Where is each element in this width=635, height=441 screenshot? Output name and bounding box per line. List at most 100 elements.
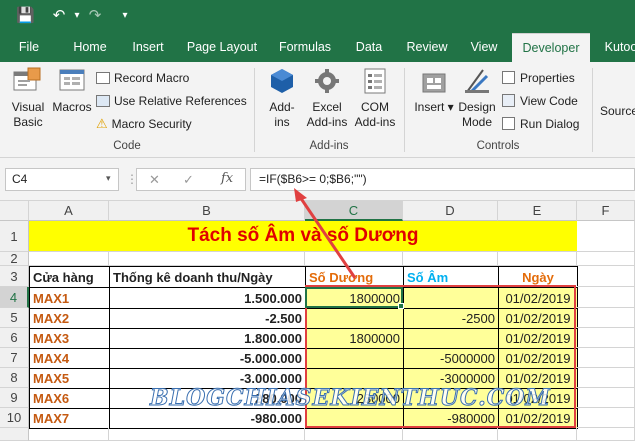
row-header-8[interactable]: 8	[0, 368, 29, 388]
customize-toolbar-icon[interactable]: ▾	[116, 7, 134, 25]
tab-file[interactable]: File	[8, 33, 50, 62]
cell-a11[interactable]	[29, 428, 109, 441]
cell-f3[interactable]	[577, 266, 635, 287]
design-mode-button[interactable]: Design Mode	[456, 66, 498, 130]
cell-positive[interactable]: 1800000	[305, 328, 404, 349]
cell-store[interactable]: MAX7	[29, 408, 110, 429]
macros-button[interactable]: Macros	[50, 66, 94, 115]
insert-control-button[interactable]: Insert ▾	[412, 66, 456, 115]
cell-date[interactable]: 01/02/2019	[498, 408, 578, 429]
cell-positive[interactable]: 1800000	[305, 287, 404, 309]
column-header-e[interactable]: E	[498, 201, 577, 221]
tab-insert[interactable]: Insert	[124, 33, 172, 62]
cell-c11[interactable]	[305, 428, 403, 441]
cell-e11[interactable]	[498, 428, 577, 441]
cell-d11[interactable]	[403, 428, 498, 441]
cell-store[interactable]: MAX5	[29, 368, 110, 389]
insert-function-icon[interactable]: fx	[221, 171, 233, 186]
row-header-5[interactable]: 5	[0, 308, 29, 328]
cell-f9[interactable]	[577, 388, 635, 408]
row-header-9[interactable]: 9	[0, 388, 29, 408]
tab-formulas[interactable]: Formulas	[270, 33, 340, 62]
cell-e2[interactable]	[498, 252, 577, 266]
cell-f2[interactable]	[577, 252, 635, 266]
cell-positive[interactable]	[305, 308, 404, 329]
row-header-11[interactable]	[0, 428, 29, 441]
cell-f4[interactable]	[577, 287, 635, 308]
cell-store[interactable]: MAX3	[29, 328, 110, 349]
cell-revenue[interactable]: 1.800.000	[109, 328, 306, 349]
row-header-1[interactable]: 1	[0, 221, 29, 252]
cancel-icon[interactable]: ✕	[149, 172, 160, 188]
cell-f6[interactable]	[577, 328, 635, 348]
tab-developer[interactable]: Developer	[512, 33, 590, 62]
sheet-title[interactable]: Tách số Âm và số Dương	[29, 221, 577, 252]
cell-f5[interactable]	[577, 308, 635, 328]
cell-b2[interactable]	[109, 252, 305, 266]
row-header-6[interactable]: 6	[0, 328, 29, 348]
tab-home[interactable]: Home	[66, 33, 114, 62]
redo-icon[interactable]: ↷	[86, 7, 104, 25]
formula-input[interactable]: =IF($B6>= 0;$B6;"")	[250, 168, 635, 191]
add-ins-button[interactable]: Add- ins	[262, 66, 302, 130]
tab-data[interactable]: Data	[348, 33, 390, 62]
cell-negative[interactable]: -980000	[403, 408, 499, 429]
cell-f10[interactable]	[577, 408, 635, 428]
cell-negative[interactable]: -5000000	[403, 348, 499, 369]
cell-revenue[interactable]: -980.000	[109, 408, 306, 429]
name-box-dropdown-icon[interactable]: ▾	[106, 173, 111, 184]
row-header-3[interactable]: 3	[0, 266, 29, 287]
properties-button[interactable]: Properties	[502, 70, 575, 86]
header-store[interactable]: Cửa hàng	[29, 266, 110, 288]
cell-store[interactable]: MAX2	[29, 308, 110, 329]
column-header-d[interactable]: D	[403, 201, 498, 221]
use-relative-references-button[interactable]: Use Relative References	[96, 93, 247, 109]
source-button[interactable]: Source	[600, 104, 635, 119]
row-header-10[interactable]: 10	[0, 408, 29, 428]
run-dialog-button[interactable]: Run Dialog	[502, 116, 579, 132]
row-header-2[interactable]: 2	[0, 252, 29, 266]
cell-revenue[interactable]: 1.500.000	[109, 287, 306, 309]
column-header-f[interactable]: F	[577, 201, 635, 221]
tab-review[interactable]: Review	[400, 33, 454, 62]
cell-negative[interactable]	[403, 287, 499, 309]
header-date[interactable]: Ngày	[498, 266, 578, 288]
macro-security-button[interactable]: ⚠ Macro Security	[96, 116, 192, 132]
cell-positive[interactable]	[305, 348, 404, 369]
cell-store[interactable]: MAX4	[29, 348, 110, 369]
cell-f1[interactable]	[577, 221, 635, 252]
cell-d2[interactable]	[403, 252, 498, 266]
cell-date[interactable]: 01/02/2019	[498, 308, 578, 329]
save-icon[interactable]: 💾	[16, 7, 35, 25]
header-negative[interactable]: Số Âm	[403, 266, 499, 288]
cell-c2[interactable]	[305, 252, 403, 266]
enter-icon[interactable]: ✓	[183, 172, 194, 188]
com-add-ins-button[interactable]: COM Add-ins	[351, 66, 399, 130]
row-header-7[interactable]: 7	[0, 348, 29, 368]
cell-negative[interactable]: -2500	[403, 308, 499, 329]
row-header-4[interactable]: 4	[0, 287, 29, 308]
record-macro-button[interactable]: Record Macro	[96, 70, 189, 86]
cell-a2[interactable]	[29, 252, 109, 266]
cell-store[interactable]: MAX6	[29, 388, 110, 409]
fill-handle[interactable]	[398, 303, 404, 309]
cell-b11[interactable]	[109, 428, 305, 441]
undo-icon[interactable]: ↶	[50, 7, 68, 25]
visual-basic-button[interactable]: Visual Basic	[6, 66, 50, 130]
column-header-a[interactable]: A	[29, 201, 109, 221]
cell-revenue[interactable]: -5.000.000	[109, 348, 306, 369]
column-header-c[interactable]: C	[305, 201, 403, 221]
header-revenue[interactable]: Thống kê doanh thu/Ngày	[109, 266, 306, 288]
tab-kutools[interactable]: Kutoo	[596, 33, 635, 62]
header-positive[interactable]: Số Dương	[305, 266, 404, 288]
name-box[interactable]: C4	[5, 168, 119, 191]
cell-revenue[interactable]: -2.500	[109, 308, 306, 329]
cell-date[interactable]: 01/02/2019	[498, 287, 578, 309]
tab-view[interactable]: View	[462, 33, 506, 62]
cell-date[interactable]: 01/02/2019	[498, 348, 578, 369]
cell-date[interactable]: 01/02/2019	[498, 328, 578, 349]
excel-add-ins-button[interactable]: Excel Add-ins	[303, 66, 351, 130]
cell-f7[interactable]	[577, 348, 635, 368]
cell-positive[interactable]	[305, 408, 404, 429]
cell-f8[interactable]	[577, 368, 635, 388]
